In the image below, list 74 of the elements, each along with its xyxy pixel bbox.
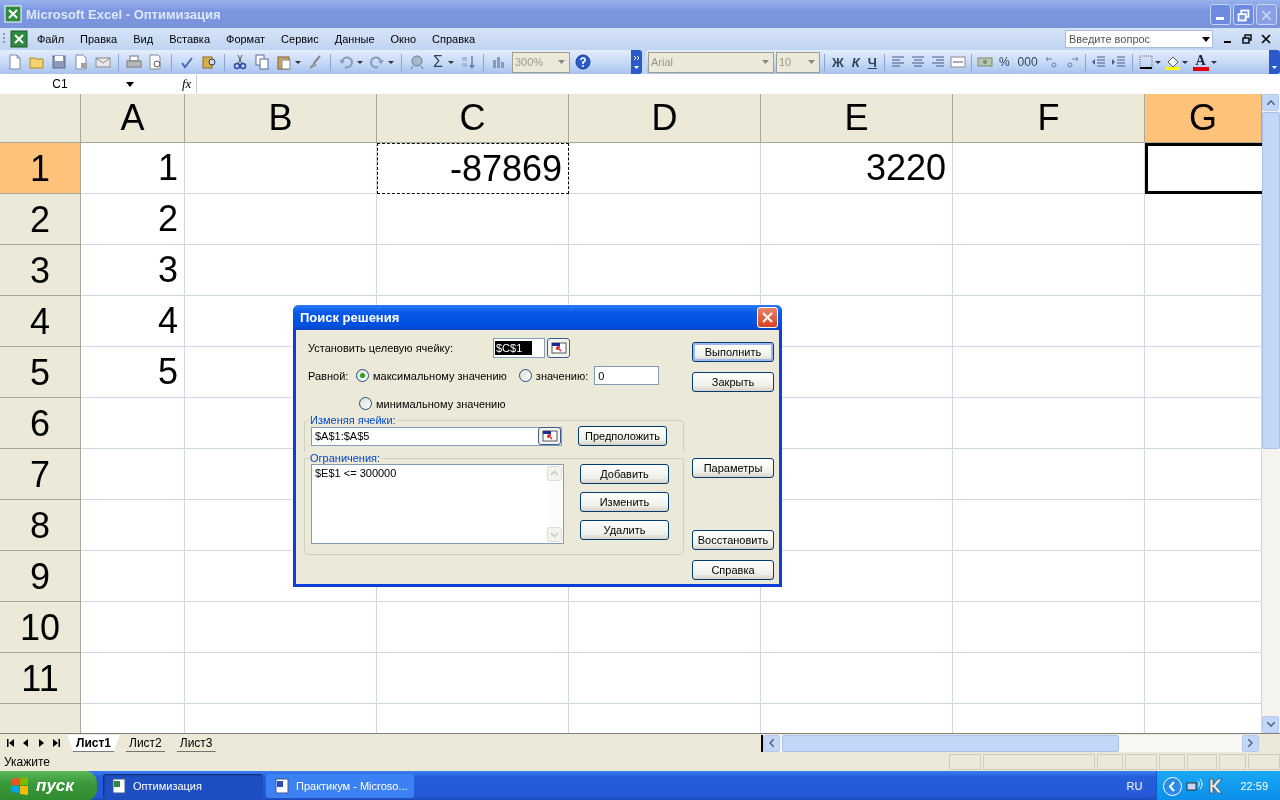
target-cell-field[interactable]: $C$1 (493, 338, 545, 358)
dialog-button[interactable]: Выполнить (692, 342, 774, 362)
group-label: Изменяя ячейки: (309, 414, 397, 426)
table-cell: -87869 (377, 143, 569, 194)
guess-button[interactable]: Предположить (578, 426, 667, 446)
menu-item[interactable]: Файл (29, 33, 73, 45)
column-header[interactable]: A (81, 94, 185, 143)
dialog-button[interactable]: Восстановить (692, 530, 774, 550)
table-cell: 2 (81, 194, 185, 245)
menu-item[interactable]: Справка (424, 33, 484, 45)
row-header[interactable]: 7 (0, 449, 81, 500)
table-cell: 1 (81, 143, 185, 194)
font-color-button[interactable]: A (1190, 53, 1211, 71)
percent-button[interactable]: % (995, 55, 1013, 69)
constraint-button[interactable]: Удалить (580, 520, 669, 540)
constraints-list[interactable]: $E$1 <= 300000 (311, 464, 564, 544)
row-header[interactable]: 2 (0, 194, 81, 245)
menu-item[interactable]: Сервис (273, 33, 327, 45)
menu-item[interactable]: Данные (326, 33, 383, 45)
row-header[interactable]: 9 (0, 551, 81, 602)
changing-cells-field[interactable]: $A$1:$A$5 (311, 426, 562, 446)
row-header[interactable]: 11 (0, 653, 81, 704)
language-indicator[interactable]: RU (1124, 779, 1145, 793)
menu-item[interactable]: Вид (125, 33, 162, 45)
row-header[interactable]: 6 (0, 398, 81, 449)
menu-item[interactable]: Формат (218, 33, 274, 45)
underline-button[interactable]: Ч (864, 54, 880, 70)
menu-item[interactable]: Правка (72, 33, 126, 45)
constraint-button[interactable]: Изменить (580, 492, 669, 512)
radio-option[interactable]: значению: (518, 369, 589, 382)
table-cell: 3 (81, 245, 185, 296)
window-title: Microsoft Excel - Оптимизация (26, 6, 221, 22)
function-button[interactable]: fx (182, 76, 196, 92)
status-text: Укажите (4, 754, 51, 769)
bold-button[interactable]: Ж (829, 54, 847, 70)
value-field[interactable]: 0 (594, 366, 660, 385)
dialog-title: Поиск решения (300, 310, 400, 325)
row-header[interactable]: 3 (0, 245, 81, 296)
field-value: $A$1:$A$5 (315, 430, 370, 442)
list-item[interactable]: $E$1 <= 300000 (315, 467, 543, 479)
name-box[interactable]: C1 (0, 75, 120, 93)
column-header[interactable]: G (1145, 94, 1262, 143)
column-header[interactable]: B (185, 94, 377, 143)
table-cell: 5 (81, 347, 185, 398)
column-header[interactable]: C (377, 94, 569, 143)
row-header[interactable]: 10 (0, 602, 81, 653)
table-cell: 4 (81, 296, 185, 347)
constraint-button[interactable]: Добавить (580, 464, 669, 484)
italic-button[interactable]: К (848, 54, 863, 70)
sum-button[interactable]: Σ (430, 53, 446, 71)
table-cell: 3220 (761, 143, 953, 194)
target-cell-label: Установить целевую ячейку: (308, 342, 455, 354)
equal-label: Равной: (308, 369, 350, 382)
taskbar-button[interactable]: Оптимизация (103, 774, 263, 798)
column-header[interactable]: E (761, 94, 953, 143)
row-header[interactable]: 5 (0, 347, 81, 398)
row-header[interactable]: 4 (0, 296, 81, 347)
dialog-button[interactable]: Справка (692, 560, 774, 580)
row-header[interactable]: 8 (0, 500, 81, 551)
taskbar-button[interactable]: Практикум - Microso... (266, 774, 414, 798)
column-header[interactable]: F (953, 94, 1145, 143)
column-header[interactable]: D (569, 94, 761, 143)
menu-item[interactable]: Окно (382, 33, 425, 45)
thousands-button[interactable]: 000 (1014, 55, 1041, 69)
menu-item[interactable]: Вставка (161, 33, 218, 45)
clock: 22:59 (1240, 780, 1268, 792)
group-label: Ограничения: (309, 452, 382, 464)
radio-option[interactable]: максимальному значению (356, 369, 507, 382)
row-header[interactable]: 1 (0, 143, 81, 194)
dialog-button[interactable]: Параметры (692, 458, 774, 478)
sheet-tab[interactable]: Лист1 (67, 734, 121, 752)
dialog-button[interactable]: Закрыть (692, 372, 774, 392)
radio-option[interactable]: минимальному значению (359, 397, 506, 410)
start-button[interactable]: пуск (0, 771, 97, 800)
